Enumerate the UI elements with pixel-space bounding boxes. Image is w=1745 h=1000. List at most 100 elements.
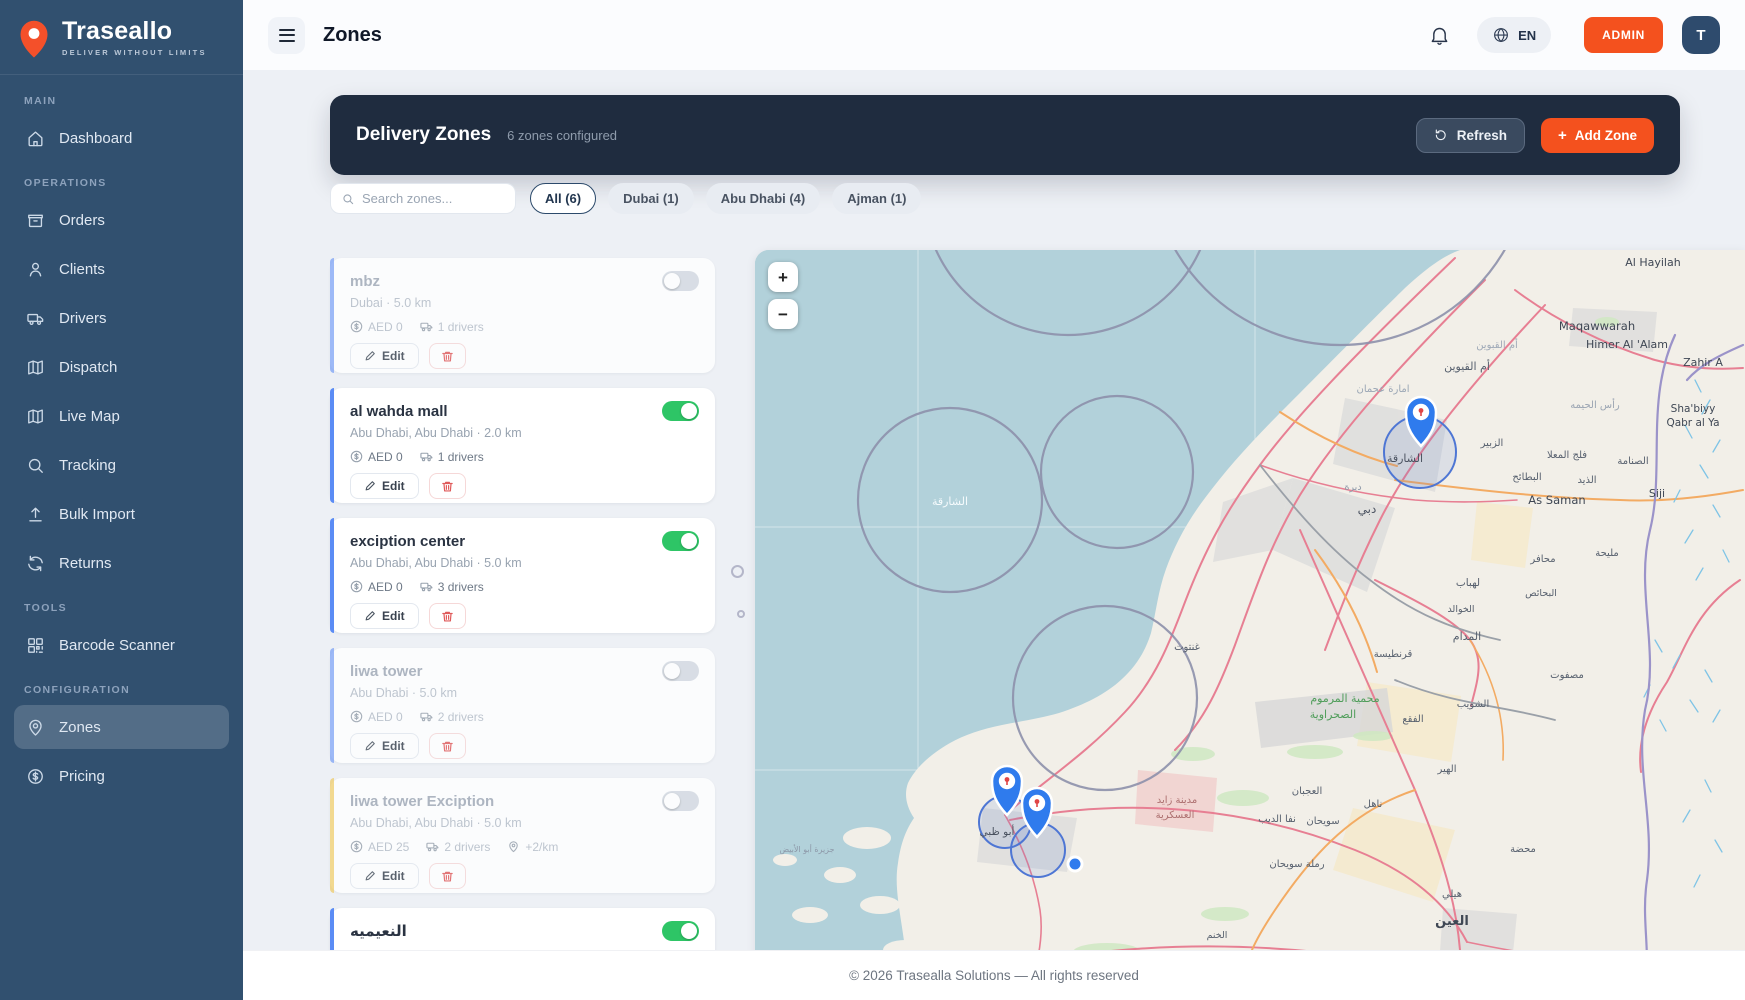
sidebar-item-barcode-scanner[interactable]: Barcode Scanner bbox=[14, 623, 229, 667]
zone-name: liwa tower Exciption bbox=[350, 793, 494, 810]
search-icon bbox=[341, 192, 355, 206]
zone-accent-stripe bbox=[330, 258, 334, 373]
language-button[interactable]: EN bbox=[1477, 17, 1551, 53]
edit-zone-button[interactable]: Edit bbox=[350, 603, 419, 629]
admin-button[interactable]: ADMIN bbox=[1584, 17, 1663, 53]
filter-dubai-1[interactable]: Dubai (1) bbox=[608, 183, 694, 214]
zone-toggle[interactable] bbox=[662, 271, 699, 291]
filter-ajman-1[interactable]: Ajman (1) bbox=[832, 183, 921, 214]
refresh-label: Refresh bbox=[1457, 128, 1507, 143]
edit-zone-button[interactable]: Edit bbox=[350, 733, 419, 759]
sidebar-item-label: Bulk Import bbox=[59, 506, 135, 523]
edit-zone-button[interactable]: Edit bbox=[350, 863, 419, 889]
zone-name: al wahda mall bbox=[350, 403, 448, 420]
page-title: Zones bbox=[323, 24, 382, 47]
map-place-label: Himer Al 'Alam bbox=[1586, 338, 1668, 351]
map-marker-dot[interactable] bbox=[1067, 856, 1084, 873]
sidebar-item-zones[interactable]: Zones bbox=[14, 705, 229, 749]
menu-button[interactable] bbox=[268, 17, 305, 54]
map-place-label: غنتوت bbox=[1174, 642, 1200, 653]
sidebar-item-label: Live Map bbox=[59, 408, 120, 425]
zone-toggle[interactable] bbox=[662, 791, 699, 811]
sidebar-item-returns[interactable]: Returns bbox=[14, 541, 229, 585]
zone-card-2: al wahda mall Abu Dhabi, Abu Dhabi · 2.0… bbox=[330, 388, 715, 503]
map-place-label: محافر bbox=[1529, 554, 1555, 565]
toggle-knob bbox=[664, 273, 680, 289]
pencil-icon bbox=[364, 740, 376, 752]
zone-name: mbz bbox=[350, 273, 380, 290]
zone-toggle[interactable] bbox=[662, 531, 699, 551]
map-zoom-controls: + − bbox=[768, 262, 798, 329]
zone-toggle[interactable] bbox=[662, 401, 699, 421]
sidebar-item-dispatch[interactable]: Dispatch bbox=[14, 345, 229, 389]
delete-zone-button[interactable] bbox=[429, 603, 466, 629]
bell-icon bbox=[1429, 25, 1450, 46]
map-place-label: أبو ظبي bbox=[980, 824, 1015, 838]
zone-drivers: 2 drivers bbox=[426, 840, 490, 854]
delete-zone-button[interactable] bbox=[429, 733, 466, 759]
zone-accent-stripe bbox=[330, 518, 334, 633]
edit-zone-button[interactable]: Edit bbox=[350, 343, 419, 369]
refresh-button[interactable]: Refresh bbox=[1416, 118, 1525, 153]
trash-icon bbox=[441, 740, 454, 753]
pencil-icon bbox=[364, 480, 376, 492]
zone-fee: AED 0 bbox=[350, 580, 403, 594]
zone-filters: All (6) Dubai (1) Abu Dhabi (4) Ajman (1) bbox=[530, 183, 921, 214]
zone-toggle[interactable] bbox=[662, 921, 699, 941]
delete-zone-button[interactable] bbox=[429, 343, 466, 369]
search-input[interactable] bbox=[362, 191, 505, 206]
bulk-import-icon bbox=[26, 505, 45, 524]
truck-icon bbox=[420, 320, 433, 333]
globe-icon bbox=[1492, 26, 1510, 44]
map-place-label: الفقع bbox=[1402, 714, 1423, 725]
sidebar-item-tracking[interactable]: Tracking bbox=[14, 443, 229, 487]
map[interactable]: الشارقةامارة عحمانأم القيوينأم القبوينرأ… bbox=[755, 250, 1745, 1000]
map-place-label: دبي bbox=[1358, 502, 1377, 516]
notifications-button[interactable] bbox=[1429, 25, 1450, 46]
map-place-label: العجبان bbox=[1292, 786, 1323, 797]
sidebar-item-bulk-import[interactable]: Bulk Import bbox=[14, 492, 229, 536]
zone-card-1: mbz Dubai · 5.0 km AED 01 drivers Edit bbox=[330, 258, 715, 373]
map-place-label: As Saman bbox=[1528, 493, 1585, 507]
map-zoom-out-button[interactable]: − bbox=[768, 299, 798, 329]
map-place-label: Maqawwarah bbox=[1559, 319, 1635, 333]
sidebar-item-pricing[interactable]: Pricing bbox=[14, 754, 229, 798]
zone-location: Abu Dhabi, Abu Dhabi · 5.0 km bbox=[350, 816, 699, 831]
dashboard-icon bbox=[26, 129, 45, 148]
sidebar-item-label: Barcode Scanner bbox=[59, 637, 175, 654]
edit-zone-button[interactable]: Edit bbox=[350, 473, 419, 499]
nav-section-label: OPERATIONS bbox=[24, 177, 219, 189]
sidebar-item-dashboard[interactable]: Dashboard bbox=[14, 116, 229, 160]
map-place-label: الذيد bbox=[1577, 475, 1596, 486]
dollar-icon bbox=[350, 320, 363, 333]
delete-zone-button[interactable] bbox=[429, 473, 466, 499]
map-place-label: الصحراوية bbox=[1310, 708, 1356, 721]
map-place-label: نفا الديب bbox=[1258, 814, 1296, 825]
map-place-label: Qabr al Ya bbox=[1666, 417, 1719, 429]
user-avatar[interactable]: T bbox=[1682, 16, 1720, 54]
sidebar-item-clients[interactable]: Clients bbox=[14, 247, 229, 291]
add-zone-button[interactable]: + Add Zone bbox=[1541, 118, 1654, 153]
zone-fee: AED 0 bbox=[350, 450, 403, 464]
trash-icon bbox=[441, 870, 454, 883]
zone-toggle[interactable] bbox=[662, 661, 699, 681]
nav-section-label: MAIN bbox=[24, 95, 219, 107]
map-zoom-in-button[interactable]: + bbox=[768, 262, 798, 292]
zones-icon bbox=[26, 718, 45, 737]
filter-all-6[interactable]: All (6) bbox=[530, 183, 596, 214]
delete-zone-button[interactable] bbox=[429, 863, 466, 889]
trash-icon bbox=[441, 350, 454, 363]
zone-drivers: 1 drivers bbox=[420, 450, 484, 464]
dollar-icon bbox=[350, 840, 363, 853]
map-place-label: البحائص bbox=[1525, 588, 1557, 599]
decorative-circle bbox=[737, 610, 745, 618]
topbar: Zones EN ADMIN T bbox=[243, 0, 1745, 70]
dollar-icon bbox=[350, 580, 363, 593]
sidebar-item-live-map[interactable]: Live Map bbox=[14, 394, 229, 438]
sidebar-item-orders[interactable]: Orders bbox=[14, 198, 229, 242]
zone-surcharge: +2/km bbox=[507, 840, 558, 854]
zone-location: Abu Dhabi · 5.0 km bbox=[350, 686, 699, 701]
sidebar-item-drivers[interactable]: Drivers bbox=[14, 296, 229, 340]
nav-section-label: TOOLS bbox=[24, 602, 219, 614]
filter-abu-dhabi-4[interactable]: Abu Dhabi (4) bbox=[706, 183, 821, 214]
